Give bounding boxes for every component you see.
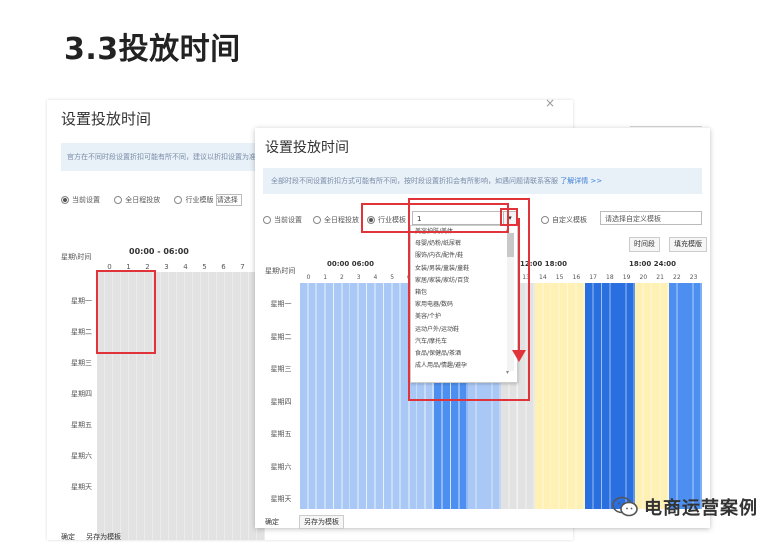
grid-column[interactable] [551, 283, 568, 509]
back-dialog-title: 设置投放时间 [61, 110, 152, 128]
grid-column[interactable] [601, 283, 619, 509]
slide-title: 3.3投放时间 [64, 32, 241, 67]
grid-column[interactable] [668, 283, 686, 509]
wechat-icon [612, 496, 638, 518]
hour-label: 15 [555, 274, 564, 281]
hour-label: 2 [339, 274, 344, 281]
hour-label: 17 [589, 274, 597, 281]
arrow-down-icon [512, 350, 526, 362]
hour-label: 20 [639, 274, 648, 281]
day-label: 星期一 [270, 300, 292, 308]
highlight-box-dropdown [408, 198, 530, 401]
back-template-input[interactable]: 请选择 [215, 194, 242, 206]
back-day-labels: 星期一 星期二 星期三 星期四 星期五 星期六 星期天 [71, 286, 92, 503]
front-day-labels: 星期一 星期二 星期三 星期四 星期五 星期六 星期天 [263, 288, 299, 516]
day-label: 星期六 [71, 452, 92, 460]
day-label: 星期一 [71, 297, 92, 305]
radio-dot-icon [174, 196, 183, 204]
front-grid-corner: 星期\时间 [265, 267, 296, 275]
grid-column[interactable] [685, 283, 702, 509]
hour-label: 4 [373, 274, 378, 281]
day-label: 星期四 [270, 397, 292, 406]
hour-label: 3 [164, 263, 169, 271]
arrow-line [518, 218, 520, 356]
highlight-box-arrow-button [500, 208, 518, 226]
day-label: 星期天 [71, 483, 92, 491]
back-notice: 官方在不同时段设置折扣可能有所不同，建议以折扣设置为准 [61, 143, 277, 171]
hour-label: 5 [390, 274, 395, 281]
front-dialog-top-line [630, 126, 702, 127]
grid-column[interactable] [534, 283, 552, 509]
hour-label: 7 [240, 263, 245, 271]
watermark-text: 电商运营案例 [644, 498, 758, 519]
day-label: 星期天 [270, 495, 292, 503]
back-radio-current[interactable]: 当前设置 [61, 196, 100, 204]
radio-dot-icon [61, 196, 69, 204]
back-radio-industry[interactable]: 行业模版 请选择 [174, 194, 253, 206]
radio-dot-icon [114, 196, 123, 204]
front-time-range-3: 18:00 24:00 [629, 260, 677, 268]
grid-column[interactable] [316, 283, 334, 509]
front-time-range-1: 00:00 06:00 [327, 260, 375, 268]
radio-dot-icon [313, 216, 321, 224]
back-time-range: 00:00 - 06:00 [129, 247, 189, 256]
hour-label: 18 [606, 274, 614, 281]
front-save-template-button[interactable]: 另存为模板 [299, 515, 344, 529]
day-label: 星期二 [270, 332, 292, 341]
custom-template-select[interactable]: 请选择自定义模板 [600, 211, 702, 225]
time-period-button[interactable]: 时间段 [629, 237, 660, 252]
back-footer: 确定 另存为模板 [61, 532, 121, 542]
hour-label: 6 [221, 263, 226, 271]
hour-label: 5 [202, 263, 207, 271]
close-icon[interactable]: × [545, 96, 555, 110]
grid-column[interactable] [383, 283, 401, 509]
hour-label: 1 [323, 274, 328, 281]
hour-label: 0 [306, 274, 311, 281]
back-grid-corner: 星期\时间 [61, 253, 92, 261]
back-radio-allday[interactable]: 全日程投放 [114, 196, 160, 204]
fill-template-button[interactable]: 填充模版 [669, 237, 707, 252]
front-dialog-title: 设置投放时间 [265, 140, 349, 156]
hour-label: 22 [673, 274, 681, 281]
back-radio-group: 当前设置 全日程投放 行业模版 请选择 [61, 194, 266, 206]
grid-column[interactable] [568, 283, 585, 509]
grid-column[interactable] [651, 283, 669, 509]
grid-column[interactable] [367, 283, 384, 509]
grid-column[interactable] [635, 283, 652, 509]
grid-column[interactable] [300, 283, 317, 509]
watermark: 电商运营案例 [612, 492, 758, 522]
day-label: 星期三 [270, 365, 292, 373]
front-notice-text: 全部时段不同设置折扣方式可能有所不同，按时段设置折扣会有所影响，如遇问题请联系客… [271, 177, 558, 185]
grid-column[interactable] [350, 283, 367, 509]
day-label: 星期二 [71, 328, 92, 336]
hour-label: 3 [356, 274, 361, 281]
day-label: 星期六 [270, 462, 292, 471]
day-label: 星期五 [71, 421, 92, 429]
hour-label: 14 [539, 274, 547, 281]
day-label: 星期四 [71, 390, 92, 398]
hour-label: 16 [572, 274, 581, 281]
front-radio-custom[interactable]: 自定义模板 [541, 215, 587, 225]
highlight-box-grid [96, 270, 156, 354]
hour-label: 21 [656, 274, 664, 281]
front-radio-current[interactable]: 当前设置 [263, 215, 302, 225]
grid-column[interactable] [584, 283, 602, 509]
grid-column[interactable] [333, 283, 351, 509]
hour-label: 23 [689, 274, 698, 281]
day-label: 星期三 [71, 359, 92, 367]
front-notice: 全部时段不同设置折扣方式可能有所不同，按时段设置折扣会有所影响，如遇问题请联系客… [263, 168, 702, 194]
hour-label: 4 [183, 263, 188, 271]
radio-dot-icon [263, 216, 271, 224]
front-radio-allday[interactable]: 全日程投放 [313, 215, 359, 225]
notice-link[interactable]: 了解详情 >> [560, 177, 602, 185]
day-label: 星期五 [270, 430, 292, 438]
front-confirm-button[interactable]: 确定 [265, 517, 279, 527]
grid-column[interactable] [618, 283, 635, 509]
radio-dot-icon [541, 216, 549, 224]
hour-label: 19 [622, 274, 631, 281]
